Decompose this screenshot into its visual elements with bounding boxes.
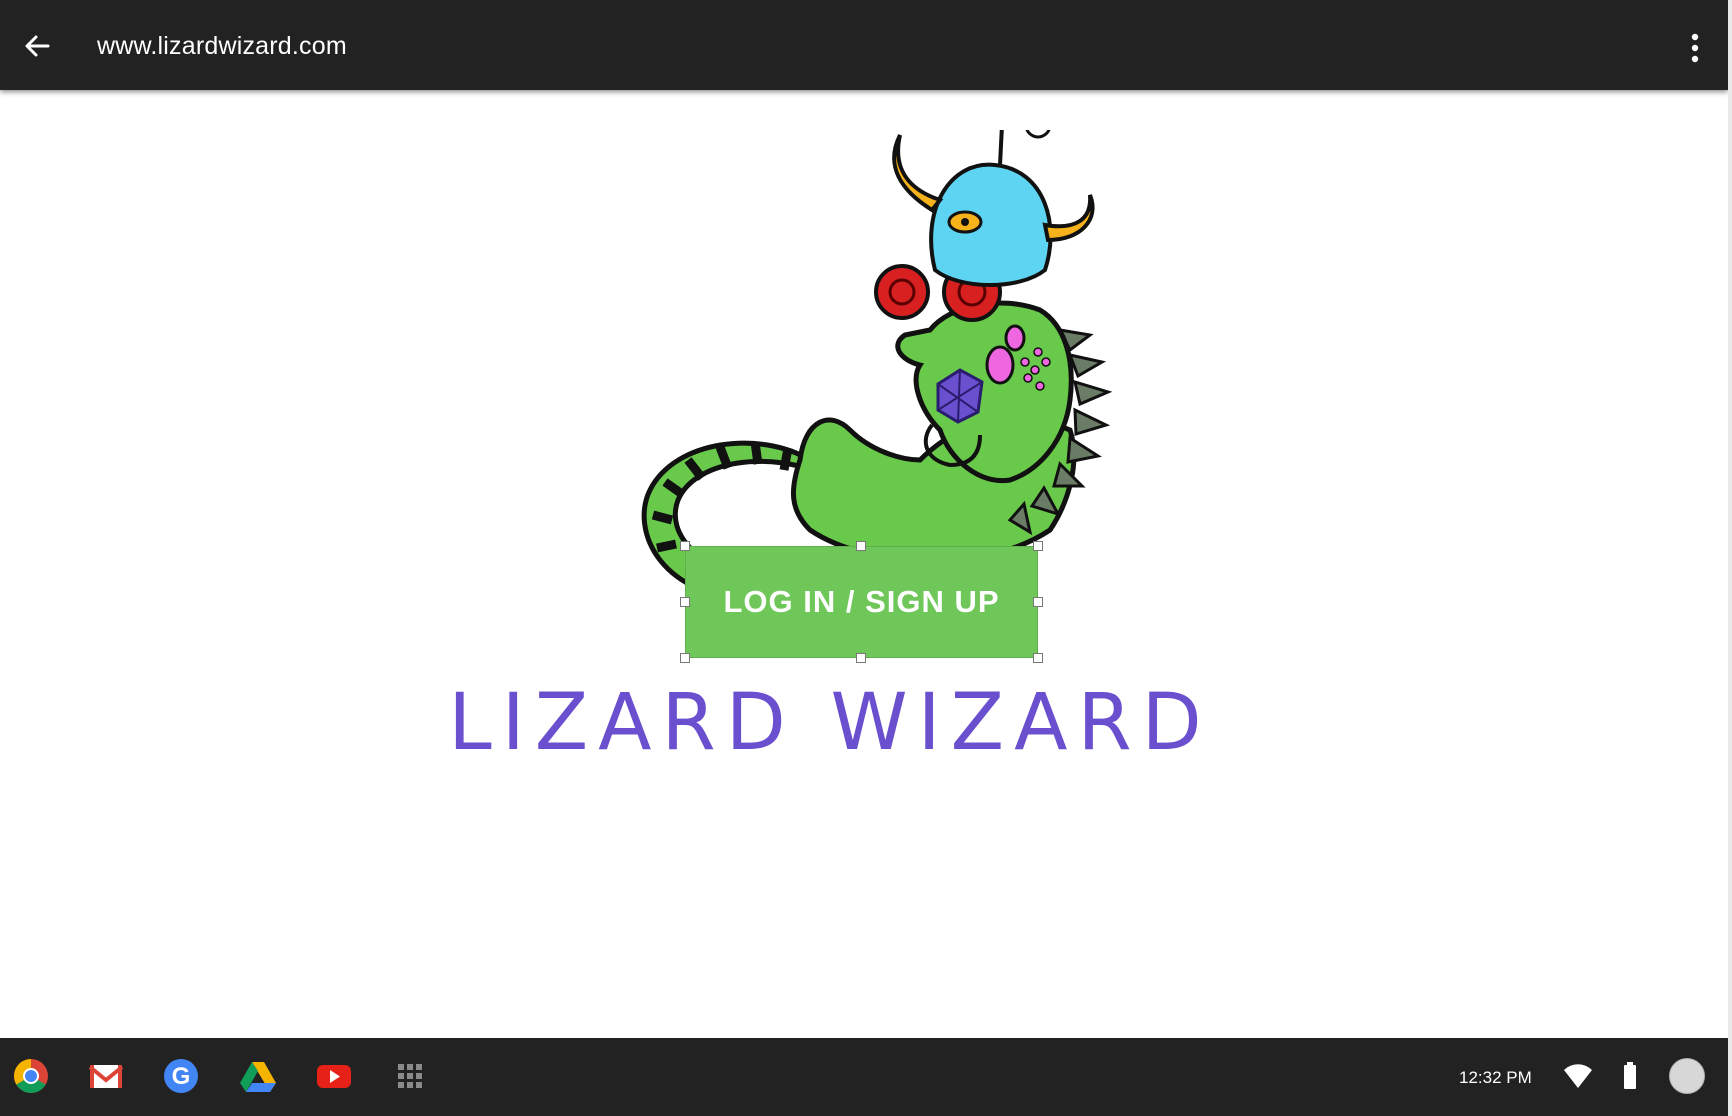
resize-handle-bottom-right[interactable] bbox=[1033, 653, 1043, 663]
top-app-bar: www.lizardwizard.com bbox=[0, 0, 1728, 90]
resize-handle-top-middle[interactable] bbox=[856, 541, 866, 551]
account-avatar[interactable] bbox=[1669, 1058, 1705, 1094]
url-text[interactable]: www.lizardwizard.com bbox=[97, 32, 347, 61]
os-shelf: G 12:32 PM bbox=[0, 1038, 1728, 1116]
resize-handle-middle-left[interactable] bbox=[680, 597, 690, 607]
resize-handle-bottom-middle[interactable] bbox=[856, 653, 866, 663]
window-edge bbox=[1728, 0, 1732, 1116]
google-icon[interactable]: G bbox=[161, 1056, 201, 1096]
svg-text:G: G bbox=[172, 1063, 191, 1090]
battery-icon[interactable] bbox=[1623, 1062, 1637, 1090]
wifi-icon[interactable] bbox=[1562, 1062, 1594, 1090]
brand-title: LIZARD WIZARD bbox=[448, 678, 1212, 768]
lizard-wizard-mascot bbox=[641, 130, 1113, 603]
back-arrow-icon[interactable] bbox=[18, 26, 58, 66]
resize-handle-bottom-left[interactable] bbox=[680, 653, 690, 663]
gmail-icon[interactable] bbox=[86, 1056, 126, 1096]
chrome-icon[interactable] bbox=[11, 1056, 51, 1096]
browser-window: www.lizardwizard.com LOG IN / SIGN UP LI… bbox=[0, 0, 1728, 1116]
more-vert-icon[interactable] bbox=[1688, 30, 1702, 66]
app-launcher-icon[interactable] bbox=[390, 1056, 430, 1096]
clock[interactable]: 12:32 PM bbox=[1459, 1068, 1532, 1088]
resize-handle-top-right[interactable] bbox=[1033, 541, 1043, 551]
youtube-icon[interactable] bbox=[314, 1056, 354, 1096]
resize-handle-top-left[interactable] bbox=[680, 541, 690, 551]
login-signup-button[interactable]: LOG IN / SIGN UP bbox=[685, 546, 1038, 658]
drive-icon[interactable] bbox=[238, 1056, 278, 1096]
resize-handle-middle-right[interactable] bbox=[1033, 597, 1043, 607]
